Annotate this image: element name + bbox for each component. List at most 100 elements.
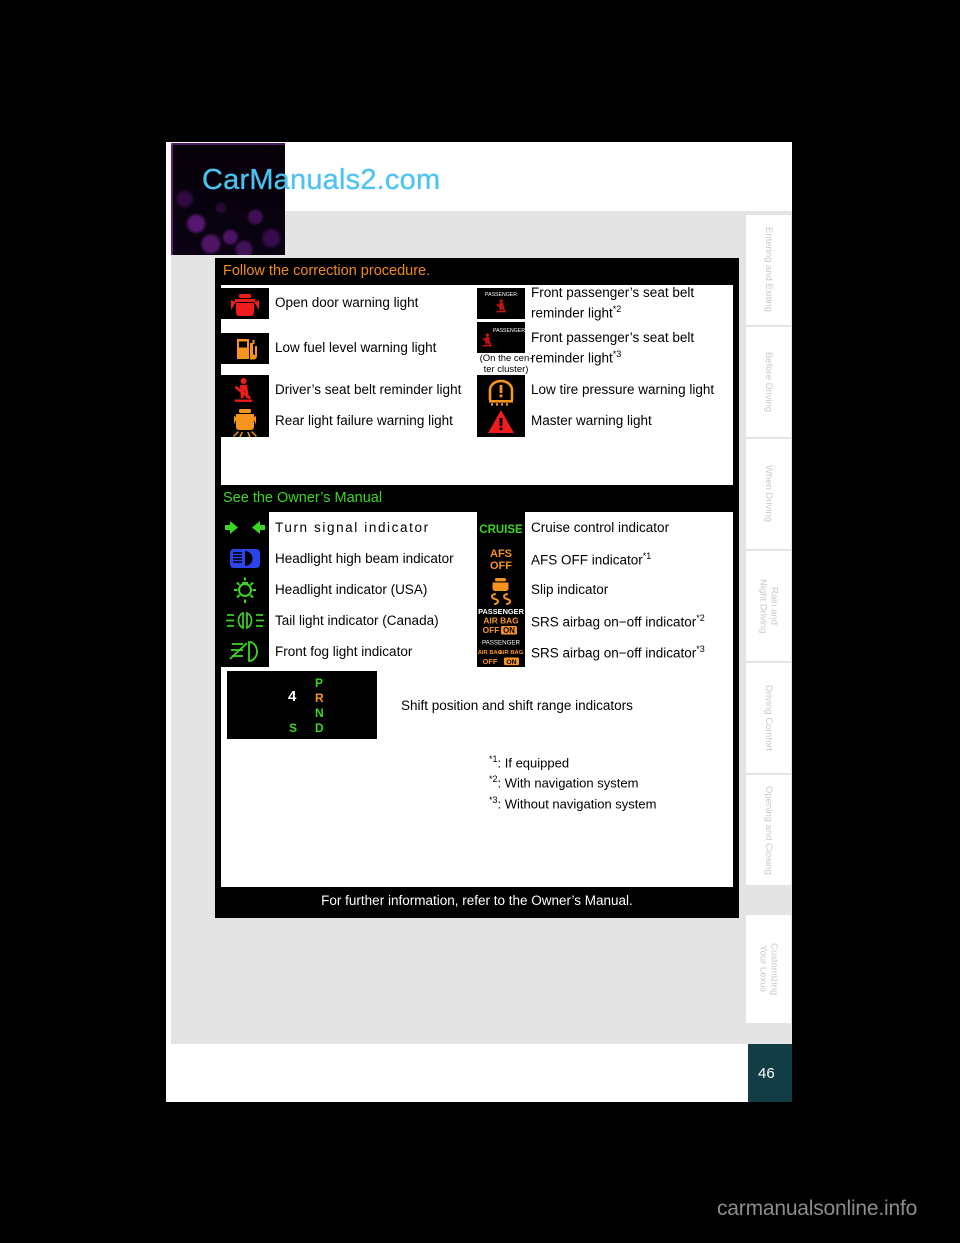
sidebar-tab-rain-and-night-driving[interactable]: Rain and Night Driving bbox=[745, 550, 792, 662]
sidebar-tab-opening-and-closing[interactable]: Opening and Closing bbox=[745, 774, 792, 886]
site-watermark: carmanualsonline.info bbox=[717, 1197, 918, 1220]
table-row: Headlight high beam indicator AFS OFF AF… bbox=[221, 543, 733, 574]
section2-table-panel: Turn signal indicator CRUISE Cruise cont… bbox=[221, 512, 733, 887]
srs-airbag-nav-icon-cell: PASSENGER AIR BAG OFF ON bbox=[477, 605, 531, 636]
driver-seat-belt-label: Driver’s seat belt reminder light bbox=[275, 382, 462, 397]
low-fuel-level-warning-icon bbox=[221, 332, 269, 364]
footnote-mark: *1 bbox=[642, 551, 652, 562]
table-row: Rear light failure warning light Master … bbox=[221, 405, 733, 437]
cruise-control-indicator-icon: CRUISE bbox=[477, 512, 525, 543]
footnote-item: *1: If equipped bbox=[489, 751, 733, 771]
label-text: SRS airbag on−off indicator bbox=[531, 614, 697, 630]
page-number-tab: 46 bbox=[748, 1044, 792, 1102]
high-beam-label: Headlight high beam indicator bbox=[275, 550, 454, 566]
low-fuel-level-icon-cell bbox=[221, 322, 275, 375]
sidebar-tab-when-driving[interactable]: When Driving bbox=[745, 438, 792, 550]
srs-airbag-on-off-nonav-icon: PASSENGER AIR BAG AIR BAG OFF ON bbox=[477, 636, 525, 667]
page-bottom-strip bbox=[166, 1044, 792, 1102]
front-passenger-seat-belt-center-label: Front passenger’s seat belt reminder lig… bbox=[531, 322, 733, 375]
rear-light-failure-icon-cell bbox=[221, 405, 275, 437]
slip-indicator-icon bbox=[477, 574, 525, 605]
front-passenger-seat-belt-center-icon: PASSENGER bbox=[477, 321, 525, 353]
shift-gear-number: 4 bbox=[288, 688, 297, 705]
slip-indicator-label: Slip indicator bbox=[531, 581, 609, 597]
table-row: Turn signal indicator CRUISE Cruise cont… bbox=[221, 512, 733, 543]
master-warning-icon bbox=[477, 405, 525, 437]
shift-letter-s: S bbox=[289, 721, 298, 735]
section-title-correction-procedure: Follow the correction procedure. bbox=[223, 263, 431, 279]
warning-lights-table: Open door warning light PASSENGER Front … bbox=[221, 285, 733, 437]
footnote-text: : Without navigation system bbox=[497, 795, 657, 811]
open-door-warning-label: Open door warning light bbox=[275, 295, 419, 311]
driver-seat-belt-reminder-icon bbox=[221, 374, 269, 406]
table-row: Open door warning light PASSENGER Front … bbox=[221, 285, 733, 322]
shift-letter-p: P bbox=[315, 676, 324, 690]
srs-airbag-nonav-label: SRS airbag on−off indicator*3 bbox=[531, 636, 733, 667]
sidebar-tab-label: Entering and Exiting bbox=[763, 227, 774, 313]
sidebar-tab-label: Customizing Your Lexus bbox=[757, 942, 780, 996]
shift-indicator-label: Shift position and shift range indicator… bbox=[401, 697, 633, 713]
afs-off-icon-cell: AFS OFF bbox=[477, 543, 531, 574]
shift-letter-n: N bbox=[315, 706, 324, 720]
footnote-mark: *3 bbox=[612, 348, 622, 359]
page-number: 46 bbox=[758, 1064, 775, 1082]
sidebar-tab-label: Before Driving bbox=[763, 351, 774, 413]
slip-indicator-icon-cell bbox=[477, 574, 531, 605]
svg-text:AFS: AFS bbox=[490, 548, 512, 560]
shift-letter-r: R bbox=[315, 691, 324, 705]
svg-text:PASSENGER: PASSENGER bbox=[482, 640, 521, 647]
subnote-text: (On the cen- ter cluster) bbox=[479, 352, 533, 375]
low-tire-pressure-warning-icon bbox=[477, 374, 525, 406]
sidebar-tab-label: When Driving bbox=[763, 465, 774, 523]
table-row: Front fog light indicator PASSENGER AIR … bbox=[221, 636, 733, 667]
cruise-control-icon-cell: CRUISE bbox=[477, 512, 531, 543]
sidebar-tab-customizing-your-lexus[interactable]: Customizing Your Lexus bbox=[745, 914, 792, 1024]
table-row: Tail light indicator (Canada) PASSENGER … bbox=[221, 605, 733, 636]
open-door-warning-icon-cell bbox=[221, 285, 275, 322]
label-text: Front passenger’s seat belt reminder lig… bbox=[531, 285, 695, 321]
svg-text:PASSENGER: PASSENGER bbox=[485, 292, 517, 298]
section-title-owners-manual: See the Owner’s Manual bbox=[223, 490, 383, 506]
footnote-text: : With navigation system bbox=[497, 775, 639, 791]
footnotes-list: *1: If equipped *2: With navigation syst… bbox=[489, 751, 733, 812]
turn-signal-indicator-icon bbox=[221, 512, 269, 543]
footnote-mark: *2 bbox=[612, 304, 622, 314]
headlight-icon-cell bbox=[221, 574, 275, 605]
svg-text:AIR BAG: AIR BAG bbox=[483, 616, 518, 626]
sidebar-tab-label: Rain and Night Driving bbox=[757, 578, 780, 634]
svg-text:ON: ON bbox=[506, 659, 516, 666]
turn-signal-label: Turn signal indicator bbox=[275, 519, 430, 535]
sidebar-tab-driving-comfort[interactable]: Driving Comfort bbox=[745, 662, 792, 774]
sidebar-tab-before-driving[interactable]: Before Driving bbox=[745, 326, 792, 438]
sidebar-tab-entering-and-exiting[interactable]: Entering and Exiting bbox=[745, 214, 792, 326]
footnote-mark: *2 bbox=[489, 774, 498, 785]
headlight-high-beam-icon bbox=[221, 543, 269, 574]
footnote-item: *2: With navigation system bbox=[489, 771, 733, 791]
master-warning-icon-cell bbox=[477, 405, 531, 437]
cruise-control-label: Cruise control indicator bbox=[531, 519, 670, 535]
svg-text:AIR BAG: AIR BAG bbox=[499, 650, 524, 656]
master-warning-label: Master warning light bbox=[531, 413, 652, 428]
afs-off-label: AFS OFF indicator*1 bbox=[531, 543, 733, 574]
turn-signal-icon-cell bbox=[221, 512, 275, 543]
low-tire-pressure-label: Low tire pressure warning light bbox=[531, 382, 715, 397]
warning-lights-panel: Follow the correction procedure. Open do… bbox=[215, 258, 739, 918]
front-fog-light-label: Front fog light indicator bbox=[275, 643, 413, 659]
footnote-mark: *1 bbox=[489, 754, 498, 764]
srs-airbag-nav-label: SRS airbag on−off indicator*2 bbox=[531, 605, 733, 636]
section1-table-panel: Open door warning light PASSENGER Front … bbox=[221, 285, 733, 485]
shift-letter-d: D bbox=[315, 721, 324, 735]
open-door-warning-icon bbox=[221, 287, 269, 319]
svg-text:CRUISE: CRUISE bbox=[479, 524, 523, 536]
manual-footer-note: For further information, refer to the Ow… bbox=[321, 893, 633, 908]
front-passenger-seat-belt-icon-cell: PASSENGER bbox=[477, 285, 531, 322]
shift-position-indicator-icon: P R N D S 4 bbox=[227, 671, 377, 739]
front-fog-light-icon-cell bbox=[221, 636, 275, 667]
rear-light-failure-label: Rear light failure warning light bbox=[275, 413, 453, 428]
footnote-mark: *3 bbox=[696, 644, 705, 655]
rear-light-failure-warning-icon bbox=[221, 405, 269, 437]
label-text: Front passenger’s seat belt reminder lig… bbox=[531, 329, 695, 366]
footnote-mark: *2 bbox=[696, 613, 705, 624]
footnote-mark: *3 bbox=[489, 794, 498, 805]
footnote-item: *3: Without navigation system bbox=[489, 792, 733, 812]
